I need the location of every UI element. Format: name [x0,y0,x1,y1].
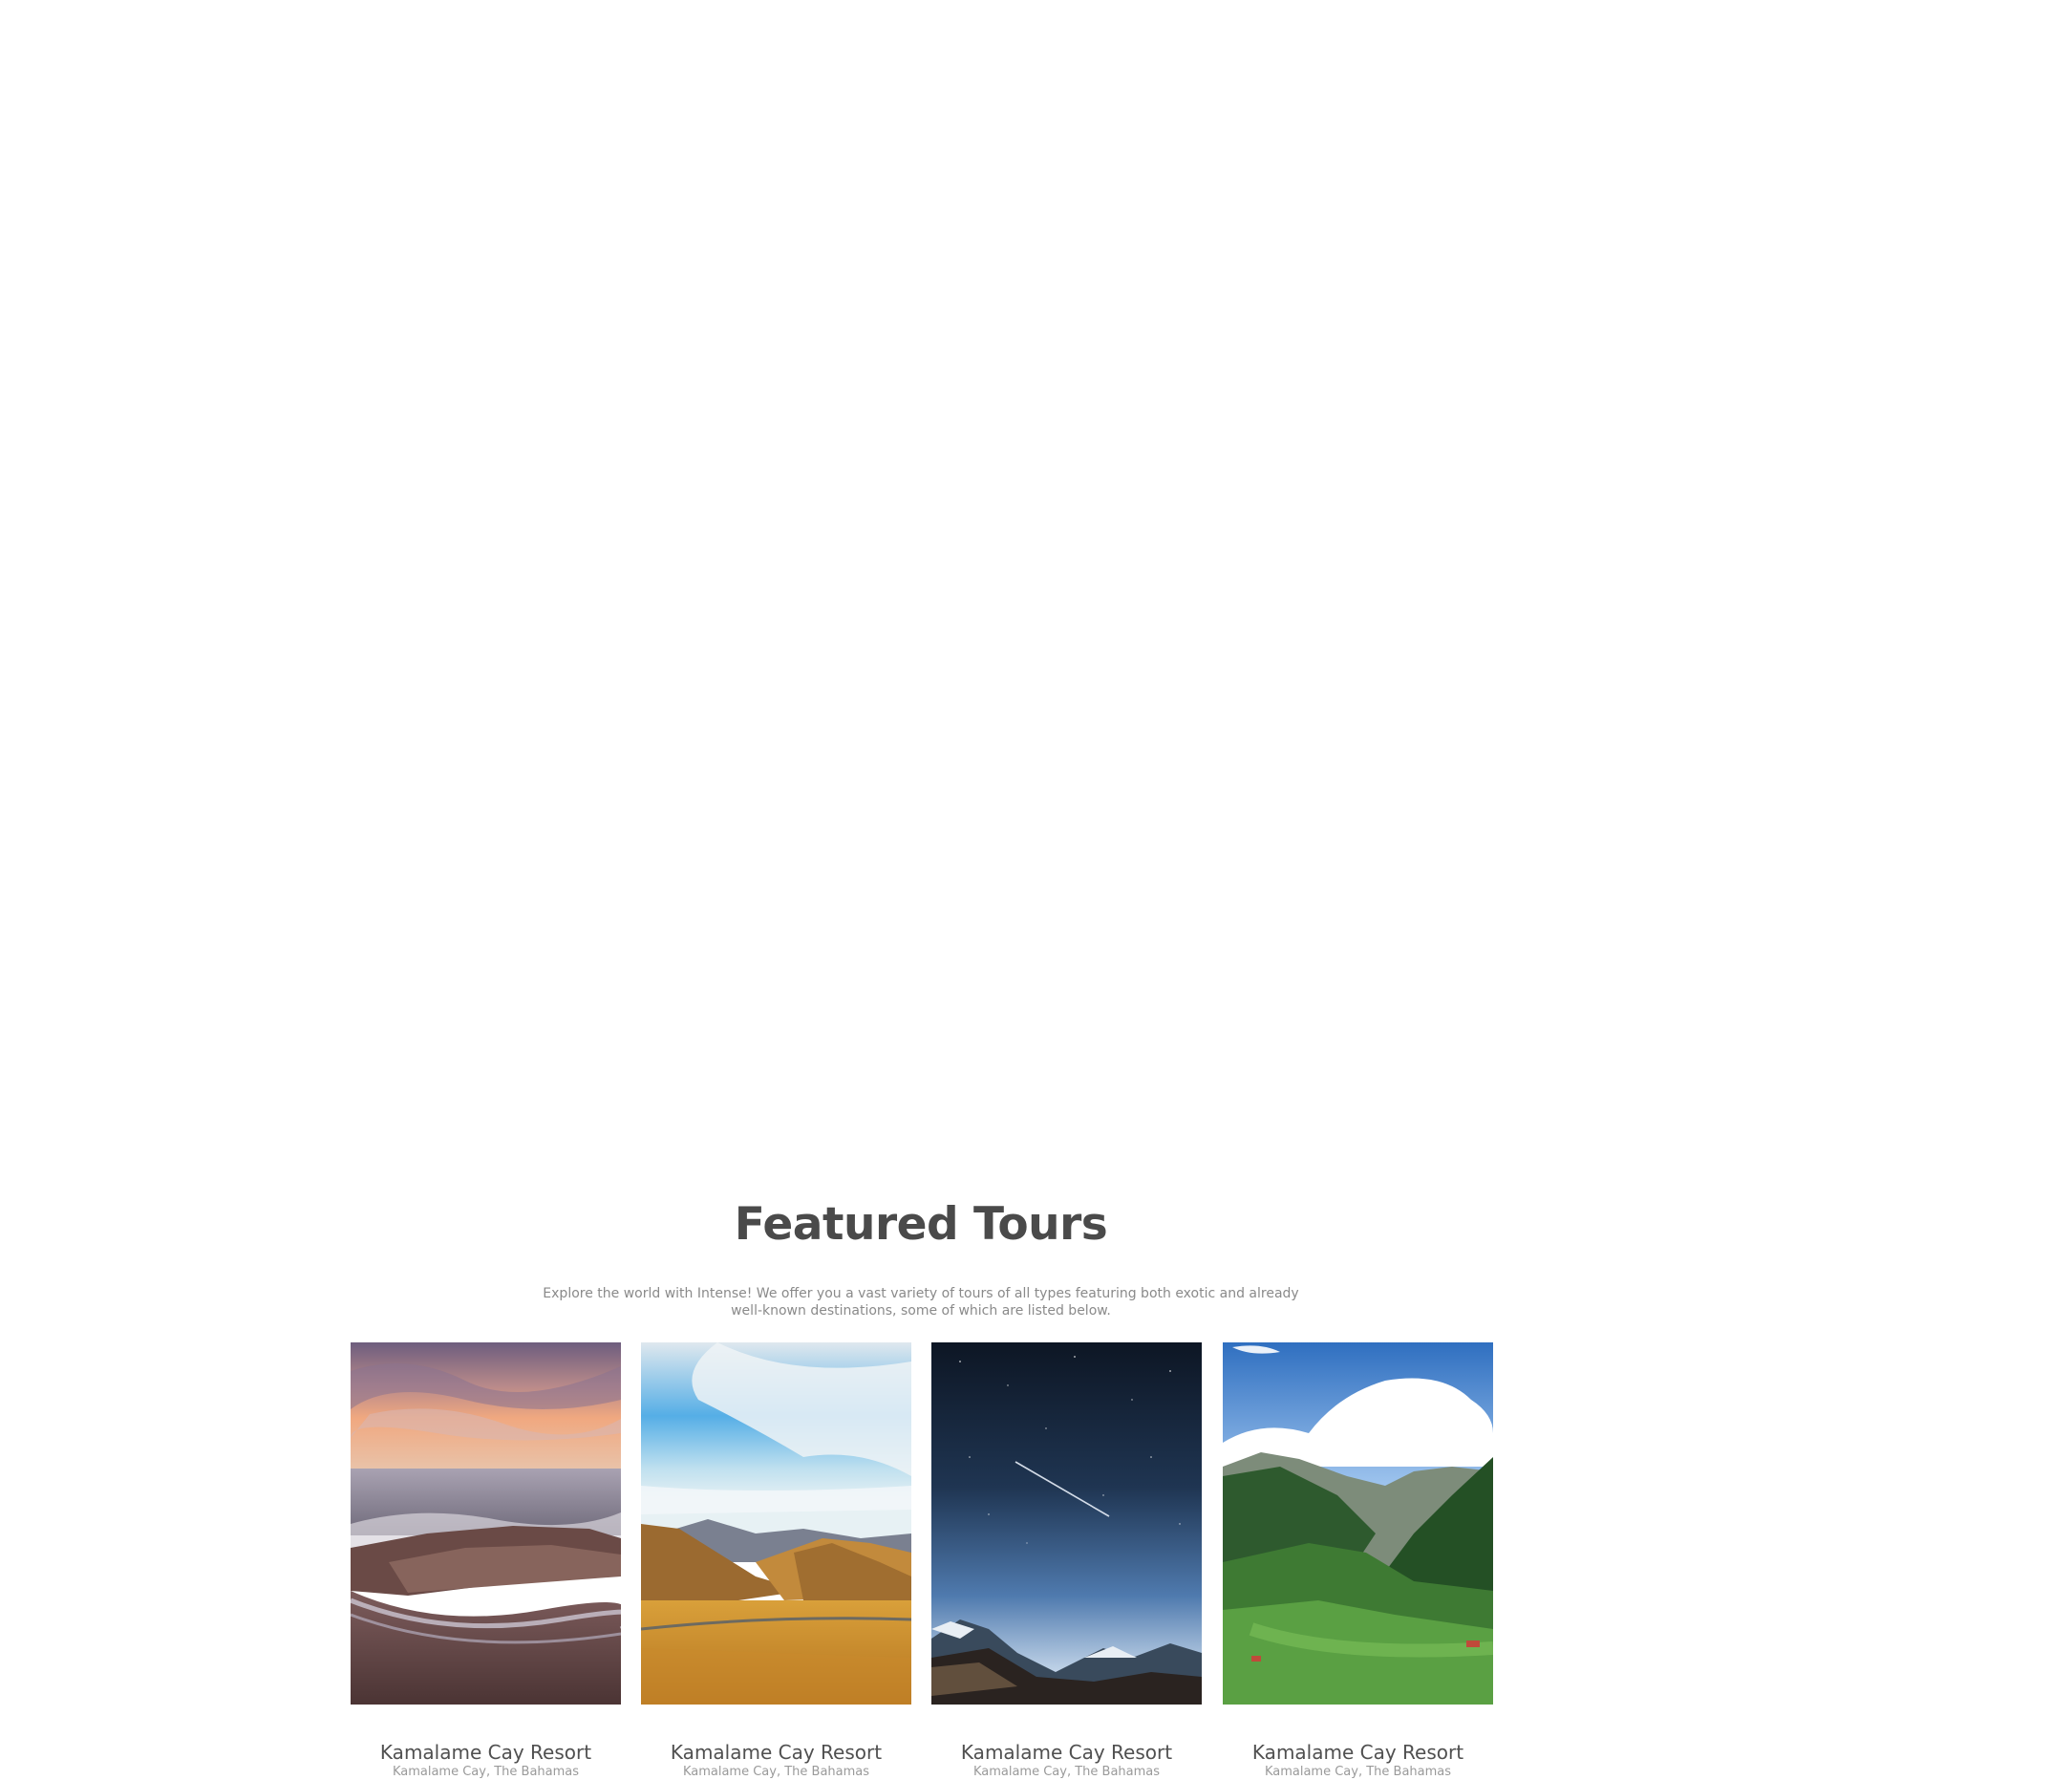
golden-valley-photo[interactable] [641,1342,911,1705]
tour-title[interactable]: Kamalame Cay Resort [641,1741,911,1764]
tour-title[interactable]: Kamalame Cay Resort [1223,1741,1493,1764]
tour-location: Kamalame Cay, The Bahamas [1264,1765,1452,1779]
tour-card[interactable]: Kamalame Cay Resort Kamalame Cay, The Ba… [931,1342,1202,1780]
green-alpine-valley-photo[interactable] [1223,1342,1493,1705]
tour-location: Kamalame Cay, The Bahamas [392,1765,580,1779]
tour-card[interactable]: Kamalame Cay Resort Kamalame Cay, The Ba… [641,1342,911,1780]
night-sky-mountains-photo[interactable] [931,1342,1202,1705]
section-title: Featured Tours [734,1198,1108,1251]
sunset-beach-photo[interactable] [351,1342,621,1705]
tour-card[interactable]: Kamalame Cay Resort Kamalame Cay, The Ba… [1223,1342,1493,1780]
hero-area [0,0,2072,1127]
section-intro: Explore the world with Intense! We offer… [543,1286,1299,1319]
tour-title[interactable]: Kamalame Cay Resort [931,1741,1202,1764]
tour-title[interactable]: Kamalame Cay Resort [351,1741,621,1764]
tour-location: Kamalame Cay, The Bahamas [972,1765,1161,1779]
tour-location: Kamalame Cay, The Bahamas [682,1765,870,1779]
tour-card[interactable]: Kamalame Cay Resort Kamalame Cay, The Ba… [351,1342,621,1780]
